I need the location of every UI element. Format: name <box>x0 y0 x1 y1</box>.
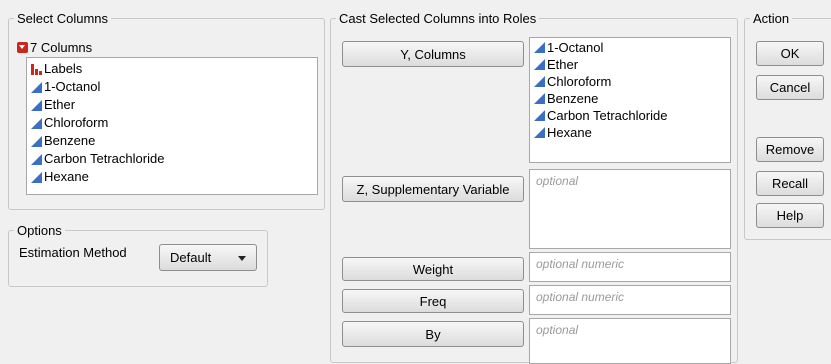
estimation-method-select[interactable]: Default <box>159 244 257 271</box>
recall-button[interactable]: Recall <box>756 171 824 196</box>
y-item-1-octanol[interactable]: 1-Octanol <box>530 39 730 56</box>
ok-button[interactable]: OK <box>756 41 824 66</box>
by-placeholder: optional <box>536 323 579 337</box>
y-item-label: Ether <box>547 57 579 72</box>
cancel-button[interactable]: Cancel <box>756 75 824 100</box>
y-item-label: Hexane <box>547 125 592 140</box>
y-item-label: Benzene <box>547 91 599 106</box>
freq-placeholder: optional numeric <box>536 290 625 304</box>
column-item-label: Carbon Tetrachloride <box>44 151 165 166</box>
continuous-triangle-icon <box>534 59 545 70</box>
column-item-ether[interactable]: Ether <box>27 96 317 114</box>
column-item-chloroform[interactable]: Chloroform <box>27 114 317 132</box>
continuous-triangle-icon <box>31 81 42 93</box>
continuous-triangle-icon <box>534 76 545 87</box>
continuous-triangle-icon <box>31 99 42 111</box>
disclosure-triangle-icon[interactable] <box>17 41 28 53</box>
column-listbox[interactable]: Labels 1-Octanol Ether Chloroform Benzen… <box>26 57 318 195</box>
column-item-benzene[interactable]: Benzene <box>27 132 317 150</box>
nominal-bar-icon <box>31 63 42 75</box>
column-item-label: Hexane <box>44 169 89 184</box>
column-item-labels[interactable]: Labels <box>27 60 317 78</box>
columns-count-header[interactable]: 7 Columns <box>17 39 92 55</box>
column-item-label: Benzene <box>44 133 96 148</box>
chevron-down-icon <box>238 256 246 261</box>
z-supplementary-dropzone[interactable]: optional <box>529 169 731 249</box>
y-item-hexane[interactable]: Hexane <box>530 124 730 141</box>
y-columns-button[interactable]: Y, Columns <box>342 41 524 67</box>
select-columns-title: Select Columns <box>14 11 112 26</box>
continuous-triangle-icon <box>534 93 545 104</box>
y-columns-listbox[interactable]: 1-Octanol Ether Chloroform Benzene Carbo… <box>529 37 731 163</box>
freq-dropzone[interactable]: optional numeric <box>529 285 731 315</box>
continuous-triangle-icon <box>534 42 545 53</box>
weight-dropzone[interactable]: optional numeric <box>529 252 731 282</box>
select-columns-panel: Select Columns 7 Columns Labels 1-Octano… <box>8 11 325 210</box>
y-item-ether[interactable]: Ether <box>530 56 730 73</box>
action-panel: Action OK Cancel Remove Recall Help <box>744 11 831 240</box>
weight-placeholder: optional numeric <box>536 257 625 271</box>
column-item-label: Chloroform <box>44 115 109 130</box>
columns-count-label: 7 Columns <box>30 39 93 55</box>
estimation-method-value: Default <box>170 250 212 265</box>
column-item-label: Labels <box>44 61 83 76</box>
continuous-triangle-icon <box>31 117 42 129</box>
freq-button[interactable]: Freq <box>342 289 524 313</box>
by-button[interactable]: By <box>342 321 524 347</box>
column-item-label: 1-Octanol <box>44 79 101 94</box>
by-dropzone[interactable]: optional <box>529 318 731 364</box>
continuous-triangle-icon <box>31 135 42 147</box>
z-placeholder: optional <box>536 174 579 188</box>
cast-roles-panel: Cast Selected Columns into Roles Y, Colu… <box>330 11 738 364</box>
action-title: Action <box>750 11 793 26</box>
y-item-label: Chloroform <box>547 74 612 89</box>
column-item-label: Ether <box>44 97 76 112</box>
y-item-chloroform[interactable]: Chloroform <box>530 73 730 90</box>
continuous-triangle-icon <box>534 110 545 121</box>
column-item-1-octanol[interactable]: 1-Octanol <box>27 78 317 96</box>
continuous-triangle-icon <box>534 127 545 138</box>
estimation-method-label: Estimation Method <box>19 245 127 260</box>
continuous-triangle-icon <box>31 153 42 165</box>
column-item-hexane[interactable]: Hexane <box>27 168 317 186</box>
weight-button[interactable]: Weight <box>342 257 524 281</box>
z-supplementary-button[interactable]: Z, Supplementary Variable <box>342 176 524 202</box>
column-item-carbon-tetrachloride[interactable]: Carbon Tetrachloride <box>27 150 317 168</box>
options-title: Options <box>14 223 65 238</box>
help-button[interactable]: Help <box>756 203 824 228</box>
cast-roles-title: Cast Selected Columns into Roles <box>336 11 540 26</box>
y-item-benzene[interactable]: Benzene <box>530 90 730 107</box>
y-item-label: 1-Octanol <box>547 40 604 55</box>
remove-button[interactable]: Remove <box>756 137 824 162</box>
options-panel: Options Estimation Method Default <box>8 223 268 287</box>
y-item-carbon-tetrachloride[interactable]: Carbon Tetrachloride <box>530 107 730 124</box>
y-item-label: Carbon Tetrachloride <box>547 108 668 123</box>
continuous-triangle-icon <box>31 171 42 183</box>
